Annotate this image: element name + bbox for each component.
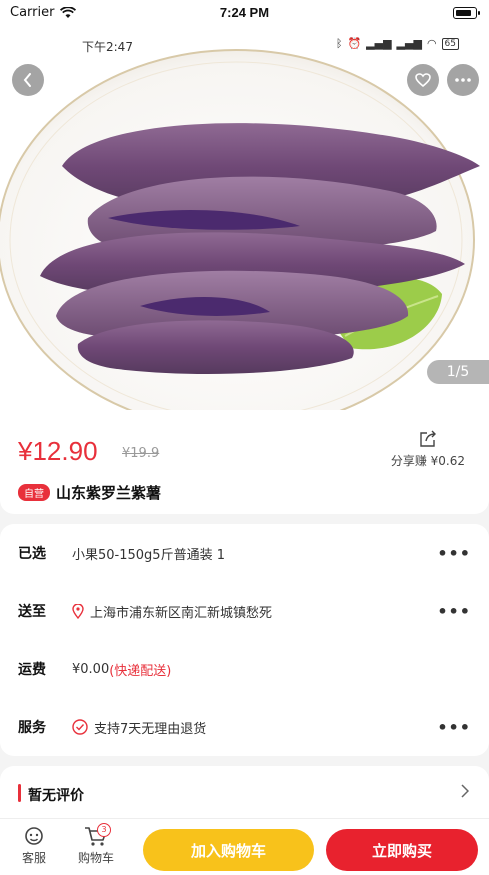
more-dots-icon[interactable]: ••• [437, 544, 471, 563]
favorite-button[interactable] [407, 64, 439, 96]
signal-icon-2: ▂▄▆ [396, 37, 422, 50]
option-label: 已选 [18, 546, 46, 562]
bottom-action-bar: 客服 3 购物车 加入购物车 立即购买 [0, 818, 489, 875]
wifi-icon-embedded: ◠ [426, 37, 437, 50]
image-counter: 1/5 [427, 360, 489, 384]
reviews-title: 暂无评价 [28, 788, 84, 804]
embedded-battery: 65 [441, 37, 459, 50]
alarm-icon: ⏰ [347, 37, 362, 50]
reviews-section[interactable]: 暂无评价 [0, 766, 489, 826]
share-label: 分享赚 ¥0.62 [390, 454, 465, 468]
customer-service-button[interactable]: 客服 [14, 825, 54, 866]
embedded-status-icons: ᛒ ⏰ ▂▄▆ ▂▄▆ ◠ 65 [336, 37, 459, 50]
customer-service-label: 客服 [21, 851, 46, 865]
option-selected-row[interactable]: 已选 小果50-150g5斤普通装 1 ••• [0, 524, 489, 582]
cart-button[interactable]: 3 购物车 [70, 823, 122, 866]
status-bar: Carrier 7:24 PM [0, 0, 489, 26]
option-label: 送至 [18, 604, 46, 620]
current-price: ¥12.90 [18, 436, 98, 466]
buy-now-button[interactable]: 立即购买 [326, 829, 478, 871]
service-text: 支持7天无理由退货 [94, 721, 207, 737]
product-image-gallery[interactable]: 下午2:47 ᛒ ⏰ ▂▄▆ ▂▄▆ ◠ 65 1/5 [0, 26, 489, 410]
cart-label: 购物车 [77, 851, 114, 865]
check-circle-icon [72, 719, 88, 735]
share-button[interactable]: 分享赚 ¥0.62 [391, 430, 465, 469]
options-card: 已选 小果50-150g5斤普通装 1 ••• 送至 上海市浦东新区南汇新城镇愁… [0, 524, 489, 756]
bluetooth-icon: ᛒ [335, 37, 343, 50]
option-label: 服务 [18, 720, 46, 736]
chevron-right-icon[interactable] [461, 783, 470, 802]
more-dots-icon[interactable]: ••• [437, 718, 471, 737]
selected-spec: 小果50-150g5斤普通装 1 [72, 547, 225, 563]
original-price: ¥19.9 [122, 446, 160, 461]
option-ship-to-row[interactable]: 送至 上海市浦东新区南汇新城镇愁死 ••• [0, 582, 489, 640]
option-value: 小果50-150g5斤普通装 1 [72, 544, 225, 563]
section-accent-bar [18, 784, 21, 802]
option-shipping-fee-row: 运费 ¥0.00 (快递配送) [0, 640, 489, 698]
option-value: 上海市浦东新区南汇新城镇愁死 [72, 602, 272, 621]
shipping-address: 上海市浦东新区南汇新城镇愁死 [90, 605, 273, 621]
battery-icon [453, 7, 480, 19]
title-row: 自营 山东紫罗兰紫薯 [18, 482, 161, 503]
add-to-cart-button[interactable]: 加入购物车 [143, 829, 314, 871]
back-button[interactable] [12, 64, 44, 96]
chevron-left-icon [23, 73, 31, 87]
option-value: 支持7天无理由退货 [72, 718, 206, 737]
shipping-fee: ¥0.00 [72, 661, 110, 677]
more-dots-icon [455, 78, 471, 82]
share-icon [420, 430, 436, 447]
status-time: 7:24 PM [219, 5, 270, 20]
shipping-method: (快递配送) [109, 663, 172, 679]
self-operated-badge: 自营 [18, 484, 50, 501]
customer-service-icon [25, 827, 43, 845]
cart-count-badge: 3 [97, 823, 111, 837]
heart-icon [415, 73, 431, 87]
more-button[interactable] [447, 64, 479, 96]
price-card: ¥12.90 ¥19.9 分享赚 ¥0.62 自营 山东紫罗兰紫薯 [0, 410, 489, 514]
option-value: ¥0.00 (快递配送) [72, 660, 171, 679]
option-label: 运费 [18, 662, 46, 678]
more-dots-icon[interactable]: ••• [437, 602, 471, 621]
signal-icon: ▂▄▆ [366, 37, 392, 50]
option-service-row[interactable]: 服务 支持7天无理由退货 ••• [0, 698, 489, 756]
location-pin-icon [72, 603, 84, 619]
embedded-time: 下午2:47 [82, 40, 133, 54]
product-title: 山东紫罗兰紫薯 [56, 484, 162, 502]
